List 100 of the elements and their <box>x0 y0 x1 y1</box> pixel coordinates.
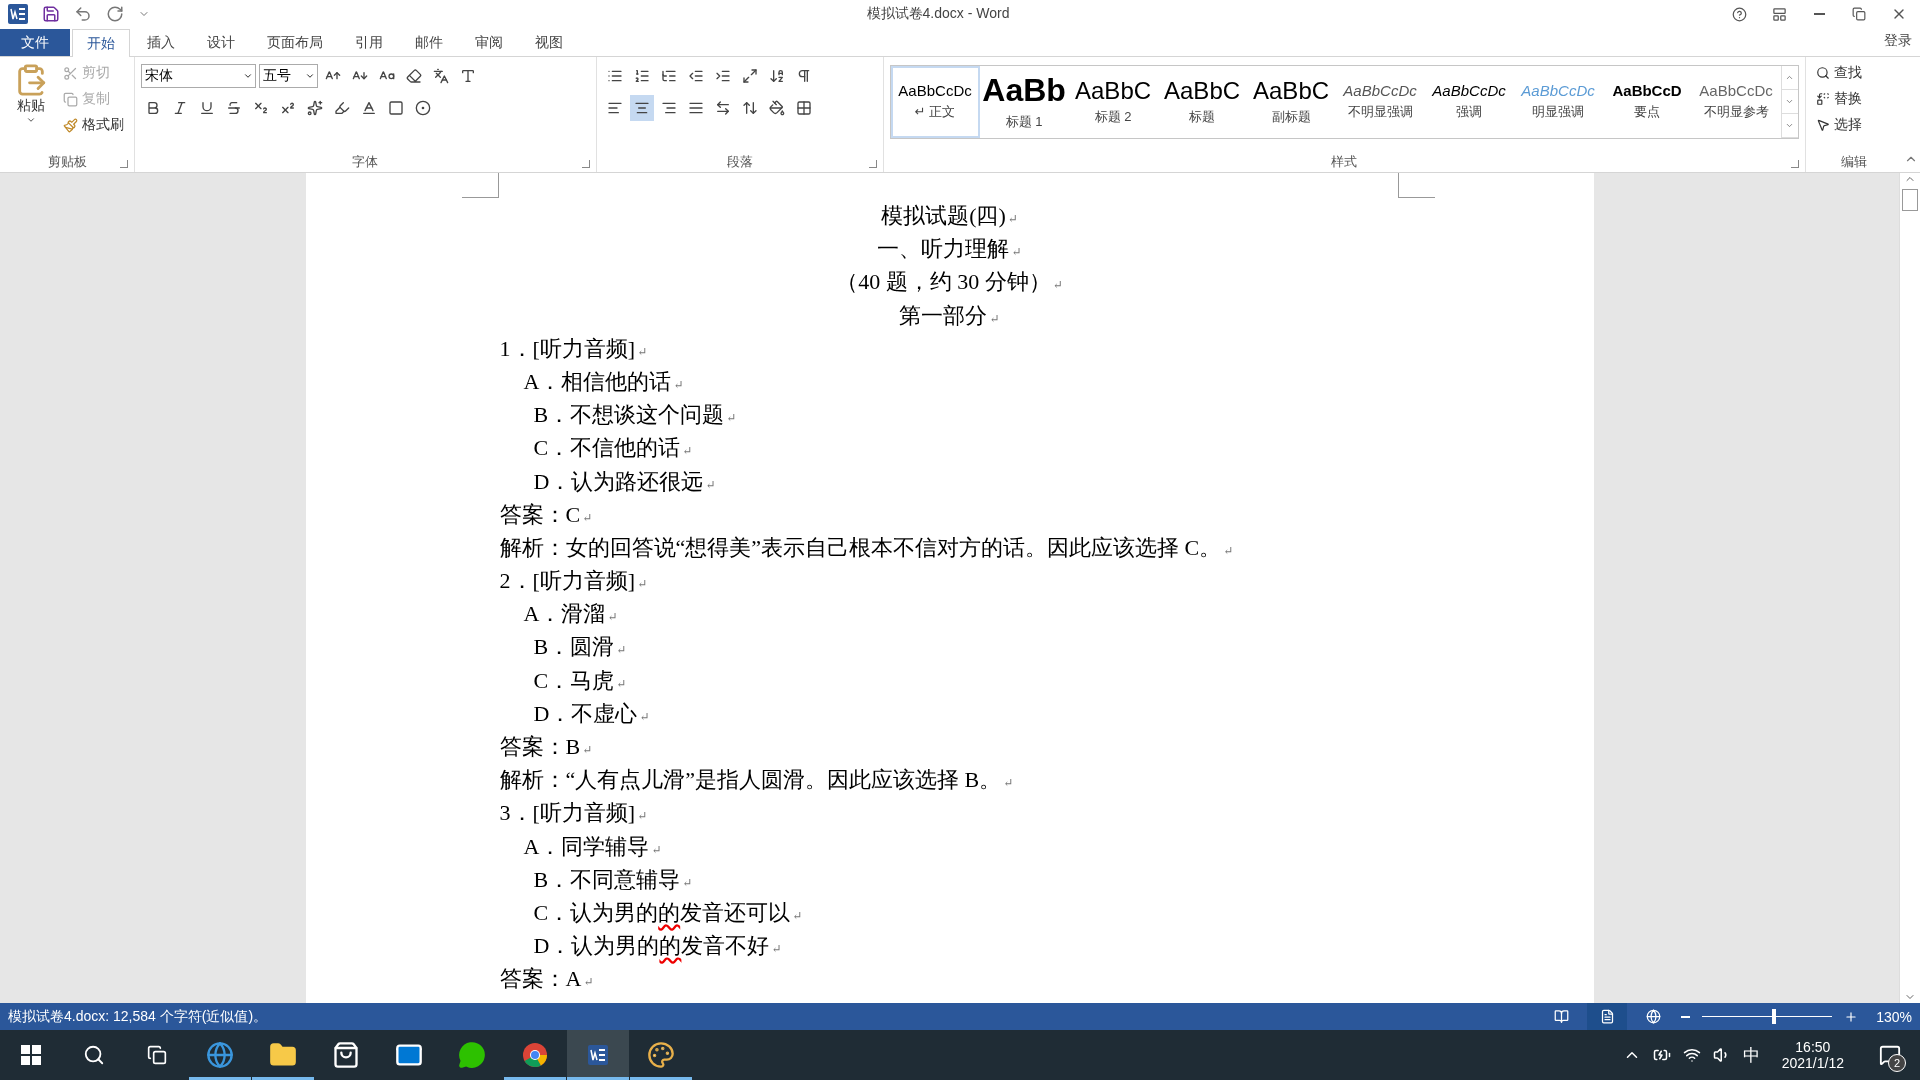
align-center-icon <box>633 100 650 116</box>
style-preview: AaBbC <box>1164 77 1241 105</box>
document-line: A．滑溜 <box>523 601 606 627</box>
ribbon-display-icon <box>1771 6 1787 22</box>
style-preview: AaBb <box>982 73 1066 109</box>
style-name: 标题 2 <box>1094 108 1132 127</box>
bullets-icon <box>606 68 623 84</box>
paragraph-mark: ↵ <box>705 477 716 492</box>
font-name-field[interactable]: 宋体 <box>141 64 256 88</box>
style-preview: AaBbCcDc <box>1343 82 1417 100</box>
vertical-scrollbar[interactable] <box>1899 173 1920 1003</box>
scroll-thumb[interactable] <box>1902 189 1918 211</box>
document-line: 解析：“人有点儿滑”是指人圆滑。因此应该选择 B。 <box>499 767 1002 793</box>
wifi-icon[interactable] <box>1682 1046 1701 1064</box>
document-line: 答案：B <box>499 734 581 759</box>
justify-icon <box>687 100 704 116</box>
style-name: 要点 <box>1634 103 1661 122</box>
document-line: 答案：A <box>499 966 582 992</box>
style-name: 不明显参考 <box>1703 103 1769 122</box>
document-line: 一、听力理解 <box>877 236 1010 262</box>
document-line: C．马虎 <box>533 667 615 693</box>
clock[interactable]: 16:50 2021/1/12 <box>1771 1039 1854 1071</box>
increase-indent-icon <box>714 68 731 84</box>
shopping-bag-icon <box>332 1041 360 1069</box>
paragraph-mark: ↵ <box>989 311 1000 326</box>
bold-icon <box>145 100 161 116</box>
launcher-icon[interactable] <box>120 160 128 168</box>
document-line: 3．[听力音频] <box>499 800 636 826</box>
ribbon-tab[interactable]: 开始 <box>72 29 130 57</box>
crop-mark <box>461 173 499 198</box>
editing-button[interactable]: 选择 <box>1811 113 1866 137</box>
redo-icon <box>106 5 124 23</box>
minus-icon <box>1681 1015 1690 1018</box>
style-item[interactable]: AaBbCcDc ↵ 正文 <box>890 66 980 138</box>
document-line: 1．[听力音频] <box>499 335 636 361</box>
paragraph-mark: ↵ <box>771 942 782 957</box>
replace-icon <box>1815 92 1830 106</box>
paragraph-mark: ↵ <box>1223 543 1234 558</box>
style-preview: AaBbCcDc <box>1521 82 1595 100</box>
font-color-icon <box>361 100 377 116</box>
copy-icon <box>63 91 78 107</box>
launcher-icon[interactable] <box>581 160 590 168</box>
paragraph-mark: ↵ <box>583 975 594 990</box>
crop-mark <box>1397 173 1435 198</box>
paste-button[interactable]: 粘贴 <box>6 61 55 152</box>
scissors-icon <box>63 65 78 81</box>
style-name: 不明显强调 <box>1347 103 1413 122</box>
clock-date: 2021/1/12 <box>1781 1055 1844 1071</box>
paragraph-mark: ↵ <box>792 908 803 923</box>
caret-icon <box>305 71 315 81</box>
windows-logo-icon <box>21 1045 41 1065</box>
style-name: 标题 1 <box>1005 112 1043 131</box>
align-center-button[interactable] <box>629 95 654 121</box>
align-right-icon <box>660 100 677 116</box>
style-preview: AaBbC <box>1075 77 1152 105</box>
style-preview: AaBbC <box>1253 77 1330 105</box>
paragraph-mark: ↵ <box>616 676 627 691</box>
paragraph-mark: ↵ <box>637 809 648 824</box>
sign-in-link[interactable]: 登录 <box>1876 32 1920 56</box>
style-name: 强调 <box>1456 103 1483 122</box>
document-line: C．不信他的话 <box>533 435 681 461</box>
caret-icon <box>243 71 253 81</box>
search-icon <box>1815 66 1830 80</box>
editing-button[interactable]: 替换 <box>1811 87 1866 111</box>
search-icon <box>83 1044 105 1066</box>
app-logo-button[interactable] <box>6 2 30 26</box>
group-label: 样式 <box>1331 153 1358 171</box>
numbering-icon <box>633 68 650 84</box>
align-left-icon <box>606 100 623 116</box>
clipboard-button[interactable]: 格式刷 <box>59 113 128 137</box>
document-line: 答案：C <box>499 501 581 527</box>
editing-button[interactable]: 查找 <box>1811 61 1866 85</box>
launcher-icon[interactable] <box>868 160 877 168</box>
input-method[interactable]: 中 <box>1742 1043 1760 1067</box>
document-line: 解析：女的回答说“想得美”表示自己根本不信对方的话。因此应该选择 C。 <box>499 534 1222 560</box>
text-effects-icon <box>307 100 323 116</box>
document-line: 2．[听力音频] <box>499 568 636 594</box>
file-tab[interactable]: 文件 <box>0 29 70 56</box>
group-label: 编辑 <box>1840 153 1867 171</box>
paragraph-mark: ↵ <box>1007 212 1018 226</box>
style-preview: AaBbCcDc <box>1432 82 1506 100</box>
print-layout-button[interactable] <box>1587 1003 1627 1030</box>
decrease-indent-icon <box>687 68 704 84</box>
restore-icon <box>1852 7 1866 21</box>
style-name: ↵ 正文 <box>914 103 956 122</box>
document-line: B．圆滑 <box>533 634 615 660</box>
paragraph-mark: ↵ <box>639 709 650 724</box>
distribute-icon <box>714 100 731 116</box>
folder-icon <box>269 1041 297 1069</box>
font-size-field[interactable]: 五号 <box>259 64 318 88</box>
document-line: D．认为男的的发音不好 <box>533 933 770 959</box>
highlighter-icon <box>334 100 350 116</box>
style-preview: AaBbCcDc <box>898 82 972 100</box>
notifications-button[interactable]: 2 <box>1866 1030 1914 1080</box>
launcher-icon[interactable] <box>1790 160 1799 168</box>
strikethrough-icon <box>226 100 242 116</box>
zoom-thumb[interactable] <box>1771 1009 1776 1024</box>
paragraph-mark: ↵ <box>1003 776 1014 791</box>
chevron-down-icon <box>1785 97 1795 106</box>
group-label: 剪贴板 <box>47 153 87 171</box>
